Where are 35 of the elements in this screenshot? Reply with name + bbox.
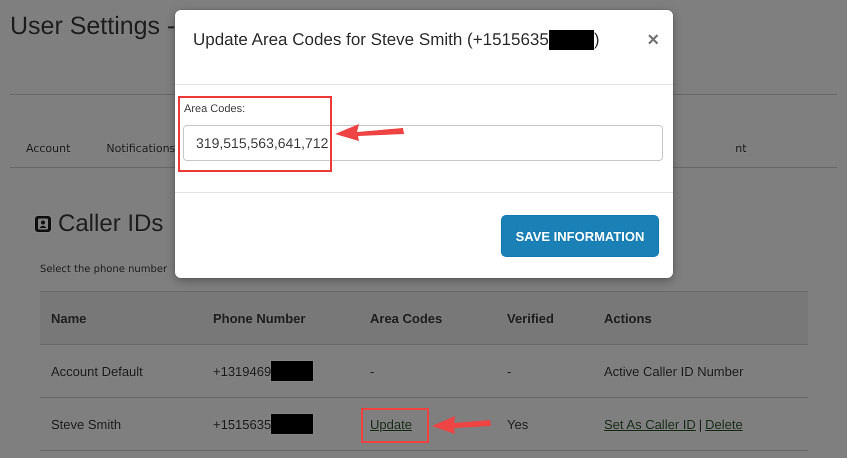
highlight-box	[361, 408, 429, 443]
update-link[interactable]: Update	[370, 416, 412, 432]
table-cell: -	[507, 364, 512, 378]
section-description: Select the phone number	[40, 264, 168, 275]
separator: |	[698, 416, 702, 432]
table-cell: +1319469	[213, 364, 272, 378]
table-cell: Account Default	[51, 364, 143, 378]
field-label: Area Codes:	[184, 103, 246, 115]
settings-tab[interactable]: Notifications	[106, 142, 176, 155]
table-cell: +1515635	[213, 416, 272, 432]
table-cell: Active Caller ID Number	[604, 364, 744, 378]
modal-title: Update Area Codes for Steve Smith (+1515635	[193, 30, 549, 50]
column-header: Verified	[496, 292, 593, 344]
action-link[interactable]: Delete	[705, 416, 743, 432]
table-cell: -	[370, 364, 374, 378]
action-link[interactable]: Set As Caller ID	[604, 416, 696, 432]
arrow-icon	[430, 413, 492, 435]
section-title: Caller IDs	[58, 210, 164, 238]
table-cell: Yes	[507, 416, 528, 432]
column-header: Area Codes	[359, 292, 496, 344]
table-cell: Steve Smith	[51, 416, 122, 432]
save-button[interactable]: SAVE INFORMATION	[501, 215, 659, 257]
modal-title: )	[594, 30, 600, 50]
contact-card-icon	[34, 215, 52, 233]
area-codes-field[interactable]: 319,515,563,641,712	[183, 125, 663, 161]
redaction-bar	[548, 30, 594, 50]
column-header: Phone Number	[202, 292, 359, 344]
redaction-bar	[271, 361, 314, 381]
column-header: Actions	[593, 292, 808, 344]
page-title: User Settings -	[10, 12, 176, 40]
settings-tab[interactable]: nt	[735, 142, 747, 155]
column-header: Name	[40, 292, 202, 344]
redaction-bar	[271, 414, 314, 434]
close-button[interactable]: ×	[647, 30, 659, 50]
settings-tab[interactable]: Account	[26, 142, 70, 155]
